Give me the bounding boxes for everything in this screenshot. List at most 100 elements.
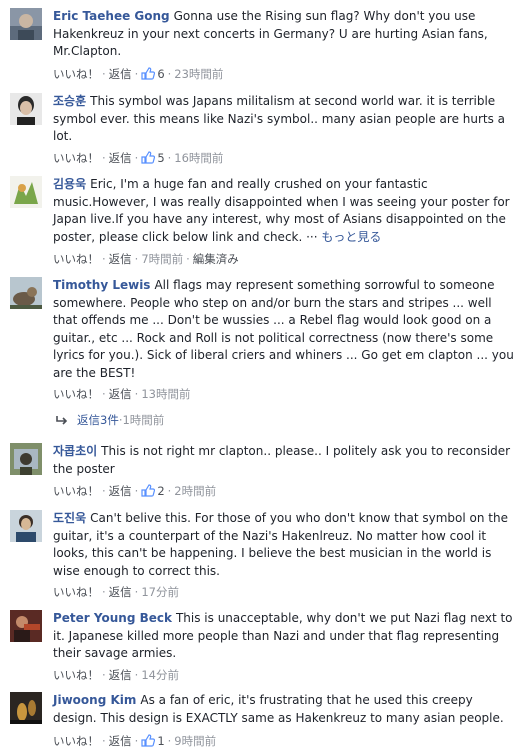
- comment-actions: いいね！ · 返信 · 17分前: [53, 584, 179, 600]
- comment-actions: いいね！ · 返信 · 13時間前: [53, 386, 190, 402]
- like-count[interactable]: 5: [141, 151, 165, 165]
- timestamp[interactable]: 14分前: [141, 668, 179, 682]
- avatar[interactable]: [10, 176, 42, 208]
- comment-body: Timothy Lewis All flags may represent som…: [53, 277, 517, 383]
- comment-body: 도진욱 Can't belive this. For those of you w…: [53, 510, 517, 580]
- separator: ·: [134, 387, 139, 401]
- like-count[interactable]: 6: [141, 67, 165, 81]
- thumbs-up-icon: [141, 734, 156, 747]
- reply-button[interactable]: 返信: [109, 668, 132, 682]
- separator: ·: [134, 67, 139, 81]
- see-more-link[interactable]: もっと見る: [321, 230, 381, 244]
- separator: ·: [102, 484, 106, 498]
- timestamp[interactable]: 1時間前: [122, 413, 164, 427]
- reply-button[interactable]: 返信: [109, 387, 132, 401]
- avatar[interactable]: [10, 692, 42, 724]
- timestamp[interactable]: 16時間前: [174, 151, 223, 165]
- timestamp[interactable]: 13時間前: [141, 387, 190, 401]
- comment-author[interactable]: Peter Young Beck: [53, 611, 172, 625]
- separator: ·: [134, 252, 139, 266]
- reply-button[interactable]: 返信: [109, 151, 132, 165]
- thumbs-up-icon: [141, 484, 156, 497]
- avatar[interactable]: [10, 8, 42, 40]
- like-button[interactable]: いいね！: [53, 484, 99, 498]
- like-button[interactable]: いいね！: [53, 67, 99, 81]
- edit-history-link[interactable]: 編集済み: [193, 252, 239, 266]
- reply-button[interactable]: 返信: [109, 484, 132, 498]
- comment-actions: いいね！ · 返信 · 6 · 23時間前: [53, 66, 223, 82]
- view-replies[interactable]: 返信3件·1時間前: [55, 411, 164, 429]
- comment-author[interactable]: 김용욱: [53, 177, 86, 191]
- thumbs-up-icon: [141, 151, 156, 164]
- separator: ·: [134, 151, 139, 165]
- comment-author[interactable]: Timothy Lewis: [53, 278, 150, 292]
- comment-text: Can't belive this. For those of you who …: [53, 511, 508, 578]
- separator: ·: [102, 668, 106, 682]
- timestamp[interactable]: 7時間前: [141, 252, 183, 266]
- comment-text: This is not right mr clapton.. please.. …: [53, 444, 511, 476]
- comment-body: 자콥초이 This is not right mr clapton.. pleas…: [53, 443, 517, 478]
- separator: ·: [167, 67, 172, 81]
- like-count-value: 2: [157, 484, 165, 498]
- separator: ·: [167, 151, 172, 165]
- like-button[interactable]: いいね！: [53, 387, 99, 401]
- comment-author[interactable]: Jiwoong Kim: [53, 693, 136, 707]
- separator: ·: [134, 484, 139, 498]
- like-count[interactable]: 2: [141, 484, 165, 498]
- comment-actions: いいね！ · 返信 · 7時間前 · 編集済み: [53, 251, 239, 267]
- comment-author[interactable]: 조승훈: [53, 94, 86, 108]
- comment-body: 김용욱 Eric, I'm a huge fan and really crush…: [53, 176, 517, 246]
- like-button[interactable]: いいね！: [53, 151, 99, 165]
- replies-count-link[interactable]: 返信3件: [77, 413, 119, 427]
- comment-author[interactable]: 도진욱: [53, 511, 86, 525]
- like-count[interactable]: 1: [141, 734, 165, 748]
- comment-actions: いいね！ · 返信 · 5 · 16時間前: [53, 150, 223, 166]
- separator: ·: [102, 151, 106, 165]
- like-button[interactable]: いいね！: [53, 668, 99, 682]
- comment-author[interactable]: 자콥초이: [53, 444, 97, 458]
- separator: ·: [134, 734, 139, 748]
- timestamp[interactable]: 2時間前: [174, 484, 216, 498]
- comment-author[interactable]: Eric Taehee Gong: [53, 9, 170, 23]
- comment-actions: いいね！ · 返信 · 14分前: [53, 667, 179, 683]
- separator: ·: [102, 585, 106, 599]
- separator: ·: [102, 252, 106, 266]
- separator: ·: [186, 252, 190, 266]
- comment-text: This symbol was Japans militalism at sec…: [53, 94, 506, 144]
- separator: ·: [102, 67, 106, 81]
- like-button[interactable]: いいね！: [53, 252, 99, 266]
- comment-body: Peter Young Beck This is unacceptable, wh…: [53, 610, 517, 663]
- comment-actions: いいね！ · 返信 · 1 · 9時間前: [53, 733, 216, 749]
- separator: ·: [102, 734, 106, 748]
- like-count-value: 1: [157, 734, 165, 748]
- reply-button[interactable]: 返信: [109, 252, 132, 266]
- timestamp[interactable]: 23時間前: [174, 67, 223, 81]
- separator: ·: [167, 734, 172, 748]
- like-button[interactable]: いいね！: [53, 734, 99, 748]
- reply-arrow-icon: [56, 416, 68, 425]
- avatar[interactable]: [10, 277, 42, 309]
- thumbs-up-icon: [141, 67, 156, 80]
- like-button[interactable]: いいね！: [53, 585, 99, 599]
- separator: ·: [102, 387, 106, 401]
- avatar[interactable]: [10, 93, 42, 125]
- timestamp[interactable]: 9時間前: [174, 734, 216, 748]
- avatar[interactable]: [10, 610, 42, 642]
- comment-text: Eric, I'm a huge fan and really crushed …: [53, 177, 510, 244]
- separator: ·: [134, 668, 139, 682]
- comment-actions: いいね！ · 返信 · 2 · 2時間前: [53, 483, 216, 499]
- separator: ·: [167, 484, 172, 498]
- comment-body: Eric Taehee Gong Gonna use the Rising sun…: [53, 8, 517, 61]
- like-count-value: 5: [157, 151, 165, 165]
- comment-body: Jiwoong Kim As a fan of eric, it's frustr…: [53, 692, 517, 727]
- avatar[interactable]: [10, 443, 42, 475]
- avatar[interactable]: [10, 510, 42, 542]
- separator: ·: [134, 585, 139, 599]
- reply-button[interactable]: 返信: [109, 67, 132, 81]
- timestamp[interactable]: 17分前: [141, 585, 179, 599]
- comment-body: 조승훈 This symbol was Japans militalism at …: [53, 93, 517, 146]
- like-count-value: 6: [157, 67, 165, 81]
- reply-button[interactable]: 返信: [109, 734, 132, 748]
- reply-button[interactable]: 返信: [109, 585, 132, 599]
- comment-text: All flags may represent something sorrow…: [53, 278, 514, 380]
